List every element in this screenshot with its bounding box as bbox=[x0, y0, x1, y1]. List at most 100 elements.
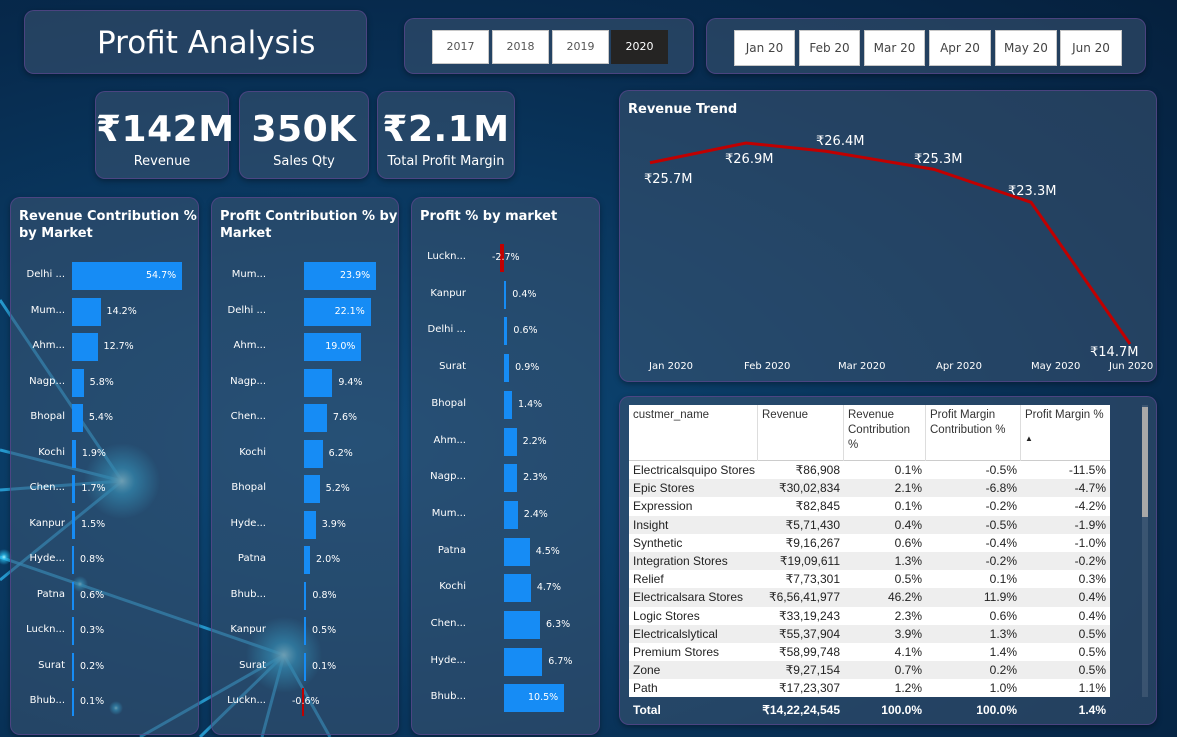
bar-row[interactable]: Chen... 7.6% bbox=[212, 404, 398, 432]
bar[interactable] bbox=[72, 404, 83, 432]
bar-row[interactable]: Bhub... 10.5% bbox=[412, 684, 599, 713]
bar[interactable] bbox=[72, 688, 74, 716]
table-row[interactable]: Path ₹17,23,307 1.2% 1.0% 1.1% bbox=[629, 679, 1110, 697]
bar-row[interactable]: Patna 0.6% bbox=[11, 581, 198, 610]
bar-row[interactable]: Ahm... 2.2% bbox=[412, 427, 599, 456]
bar-row[interactable]: Surat 0.9% bbox=[412, 354, 599, 383]
bar[interactable] bbox=[504, 537, 530, 566]
month-button-jun[interactable]: Jun 20 bbox=[1060, 30, 1122, 66]
bar-row[interactable]: Hyde... 0.8% bbox=[11, 546, 198, 574]
bar-row[interactable]: Nagp... 5.8% bbox=[11, 368, 198, 397]
header-profit-margin[interactable]: Profit Margin % ▲ bbox=[1021, 405, 1110, 461]
table-scroll-thumb[interactable] bbox=[1142, 407, 1148, 517]
bar-row[interactable]: Delhi ... 0.6% bbox=[412, 317, 599, 346]
bar-row[interactable]: Kanpur 0.4% bbox=[412, 280, 599, 309]
bar-row[interactable]: Chen... 6.3% bbox=[412, 611, 599, 639]
year-button-2017[interactable]: 2017 bbox=[432, 30, 489, 64]
bar[interactable] bbox=[304, 546, 311, 574]
bar[interactable] bbox=[72, 333, 98, 361]
bar-row[interactable]: Ahm... 19.0% bbox=[212, 333, 398, 361]
bar[interactable] bbox=[504, 464, 518, 493]
bar[interactable] bbox=[504, 611, 540, 639]
table-row[interactable]: Relief ₹7,73,301 0.5% 0.1% 0.3% bbox=[629, 570, 1110, 588]
bar[interactable] bbox=[304, 617, 306, 645]
bar-row[interactable]: Chen... 1.7% bbox=[11, 475, 198, 503]
bar[interactable] bbox=[72, 652, 74, 681]
bar-row[interactable]: Luckn... -2.7% bbox=[412, 244, 599, 272]
year-button-2019[interactable]: 2019 bbox=[552, 30, 609, 64]
bar-row[interactable]: Surat 0.1% bbox=[212, 652, 398, 681]
bar[interactable] bbox=[504, 427, 517, 456]
month-button-may[interactable]: May 20 bbox=[995, 30, 1057, 66]
bar-row[interactable]: Ahm... 12.7% bbox=[11, 333, 198, 361]
header-revenue[interactable]: Revenue bbox=[758, 405, 844, 461]
table-row[interactable]: Integration Stores ₹19,09,611 1.3% -0.2% -0.… bbox=[629, 552, 1110, 571]
table-row[interactable]: Logic Stores ₹33,19,243 2.3% 0.6% 0.4% bbox=[629, 607, 1110, 625]
bar[interactable] bbox=[72, 581, 74, 610]
header-profit-margin-contribution[interactable]: Profit Margin Contribution % bbox=[926, 405, 1021, 461]
bar[interactable] bbox=[304, 439, 323, 468]
bar[interactable] bbox=[304, 404, 327, 432]
bar[interactable] bbox=[304, 368, 333, 397]
table-row[interactable]: Premium Stores ₹58,99,748 4.1% 1.4% 0.5% bbox=[629, 643, 1110, 661]
revenue-trend-line[interactable] bbox=[649, 141, 1132, 345]
table-row[interactable]: Epic Stores ₹30,02,834 2.1% -6.8% -4.7% bbox=[629, 479, 1110, 498]
table-row[interactable]: Expression ₹82,845 0.1% -0.2% -4.2% bbox=[629, 497, 1110, 515]
bar[interactable] bbox=[72, 368, 84, 397]
bar-row[interactable]: Delhi ... 54.7% bbox=[11, 262, 198, 290]
bar-row[interactable]: Patna 4.5% bbox=[412, 537, 599, 566]
bar[interactable] bbox=[504, 354, 510, 383]
month-button-feb[interactable]: Feb 20 bbox=[799, 30, 860, 66]
bar[interactable] bbox=[304, 510, 316, 539]
month-button-jan[interactable]: Jan 20 bbox=[734, 30, 795, 66]
bar[interactable] bbox=[504, 280, 507, 309]
bar[interactable] bbox=[504, 647, 543, 676]
bar-row[interactable]: Bhub... 0.1% bbox=[11, 688, 198, 716]
bar[interactable] bbox=[72, 439, 76, 468]
bar-row[interactable]: Surat 0.2% bbox=[11, 652, 198, 681]
bar-row[interactable]: Delhi ... 22.1% bbox=[212, 297, 398, 326]
table-scrollbar[interactable] bbox=[1142, 405, 1148, 697]
bar[interactable] bbox=[304, 475, 320, 503]
bar[interactable] bbox=[504, 500, 518, 529]
bar[interactable] bbox=[304, 652, 306, 681]
bar[interactable] bbox=[72, 617, 74, 645]
table-row[interactable]: Insight ₹5,71,430 0.4% -0.5% -1.9% bbox=[629, 515, 1110, 534]
table-row[interactable]: Zone ₹9,27,154 0.7% 0.2% 0.5% bbox=[629, 661, 1110, 680]
bar-row[interactable]: Kochi 1.9% bbox=[11, 439, 198, 468]
bar-row[interactable]: Patna 2.0% bbox=[212, 546, 398, 574]
bar-row[interactable]: Mum... 14.2% bbox=[11, 297, 198, 326]
table-row[interactable]: Electricalsquipo Stores ₹86,908 0.1% -0.5% -… bbox=[629, 461, 1110, 479]
bar-row[interactable]: Luckn... 0.3% bbox=[11, 617, 198, 645]
bar[interactable] bbox=[72, 510, 76, 539]
bar[interactable] bbox=[72, 546, 74, 574]
year-button-2018[interactable]: 2018 bbox=[492, 30, 549, 64]
bar-row[interactable]: Hyde... 3.9% bbox=[212, 510, 398, 539]
bar-row[interactable]: Kanpur 0.5% bbox=[212, 617, 398, 645]
header-customer-name[interactable]: custmer_name bbox=[629, 405, 758, 461]
bar-row[interactable]: Hyde... 6.7% bbox=[412, 647, 599, 676]
bar[interactable] bbox=[504, 317, 508, 346]
year-button-2020[interactable]: 2020 bbox=[611, 30, 668, 64]
bar[interactable] bbox=[72, 297, 101, 326]
bar[interactable] bbox=[304, 581, 307, 610]
bar-row[interactable]: Nagp... 9.4% bbox=[212, 368, 398, 397]
bar-row[interactable]: Kanpur 1.5% bbox=[11, 510, 198, 539]
month-button-mar[interactable]: Mar 20 bbox=[864, 30, 925, 66]
table-row[interactable]: Synthetic ₹9,16,267 0.6% -0.4% -1.0% bbox=[629, 534, 1110, 552]
bar-row[interactable]: Bhopal 5.2% bbox=[212, 475, 398, 503]
bar-row[interactable]: Bhopal 1.4% bbox=[412, 390, 599, 419]
bar[interactable] bbox=[504, 390, 512, 419]
bar[interactable] bbox=[504, 574, 531, 603]
bar-row[interactable]: Kochi 4.7% bbox=[412, 574, 599, 603]
table-row[interactable]: Electricalsara Stores ₹6,56,41,977 46.2% 11… bbox=[629, 588, 1110, 607]
month-button-apr[interactable]: Apr 20 bbox=[929, 30, 991, 66]
bar-row[interactable]: Bhopal 5.4% bbox=[11, 404, 198, 432]
bar[interactable] bbox=[72, 475, 76, 503]
table-row[interactable]: Electricalslytical ₹55,37,904 3.9% 1.3% 0.5% bbox=[629, 624, 1110, 643]
bar-row[interactable]: Mum... 23.9% bbox=[212, 262, 398, 290]
bar-row[interactable]: Bhub... 0.8% bbox=[212, 581, 398, 610]
bar-row[interactable]: Mum... 2.4% bbox=[412, 500, 599, 529]
bar-row[interactable]: Nagp... 2.3% bbox=[412, 464, 599, 493]
header-revenue-contribution[interactable]: Revenue Contribution % bbox=[844, 405, 926, 461]
